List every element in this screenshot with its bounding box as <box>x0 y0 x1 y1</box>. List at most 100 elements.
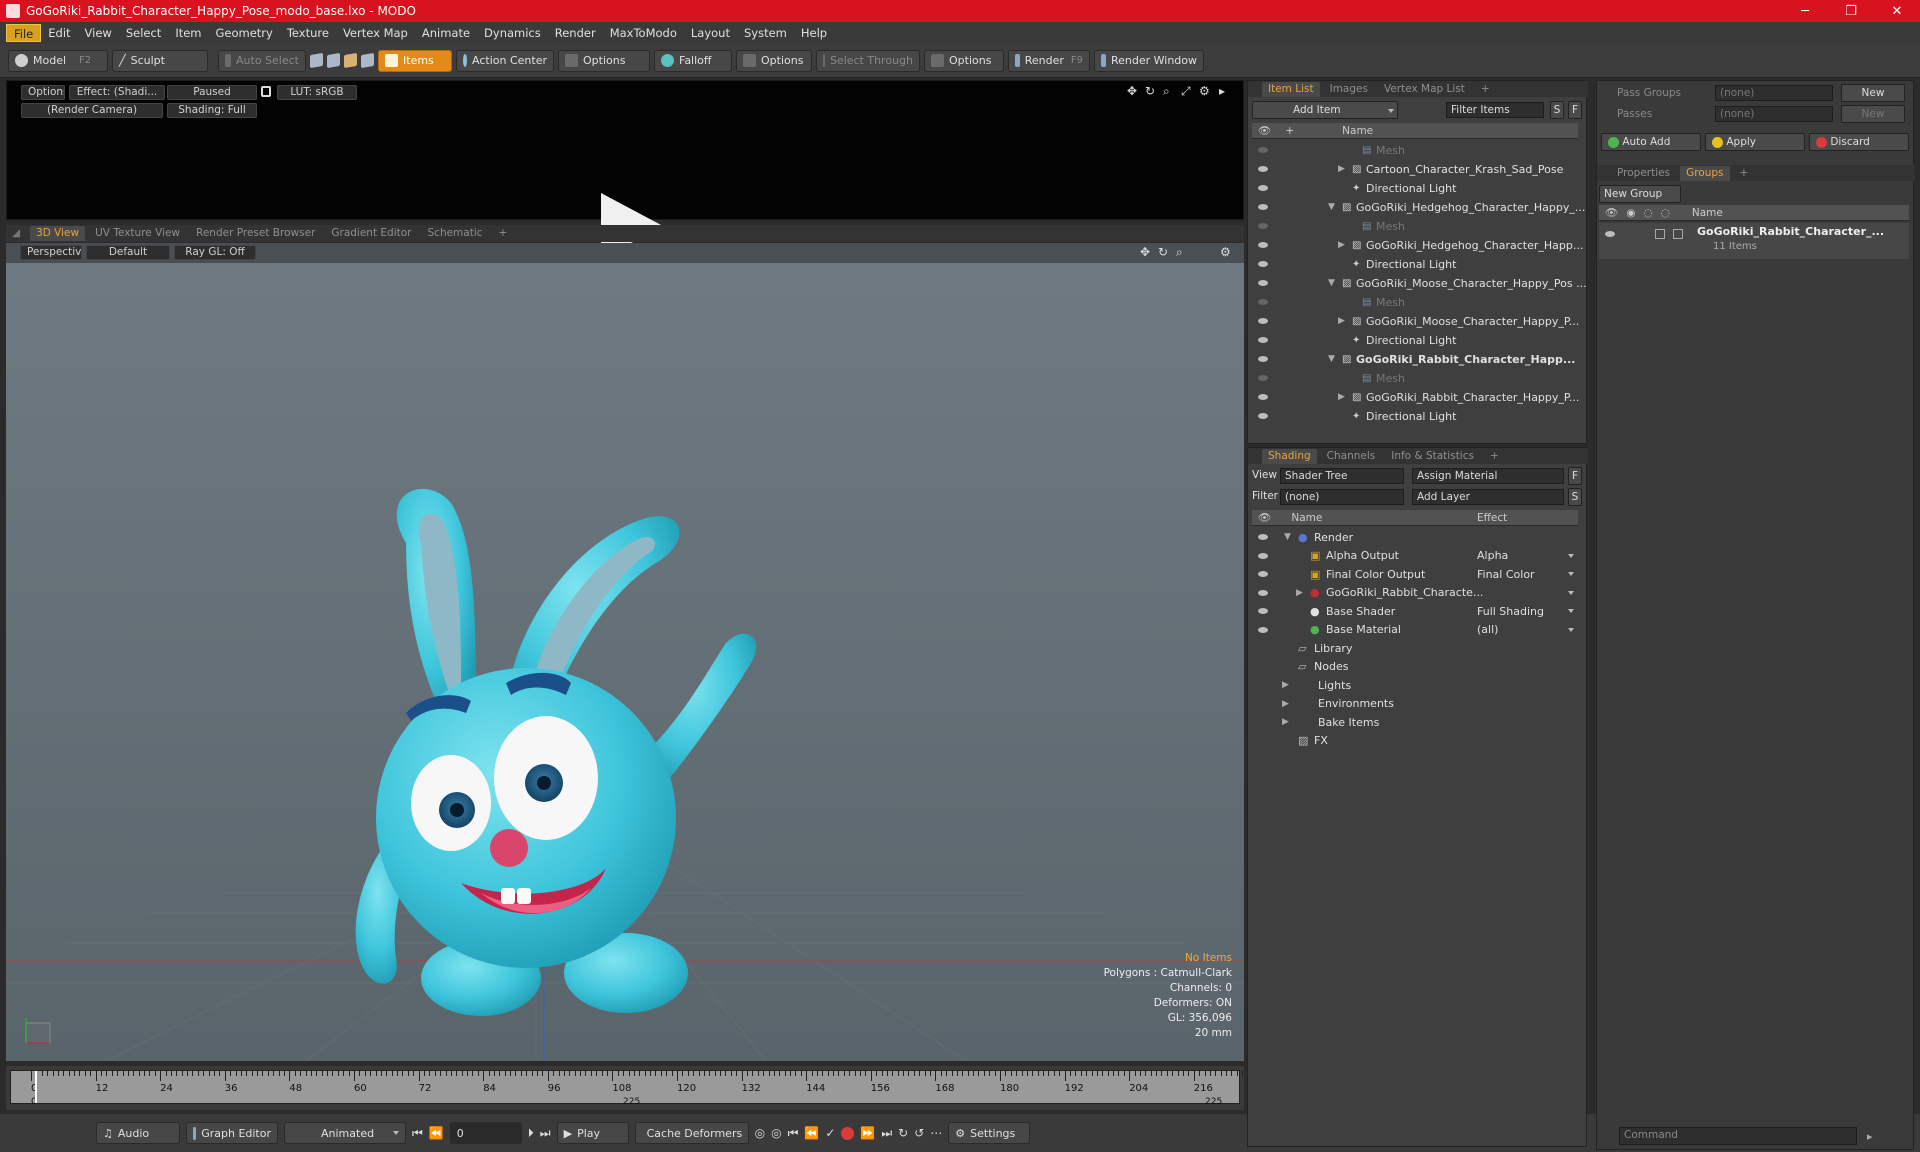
key-all-icon[interactable]: ◎ <box>771 1126 781 1140</box>
shader-tree-row[interactable]: ▱ Library <box>1252 639 1578 657</box>
item-list-row[interactable]: ✦ Directional Light <box>1252 255 1578 273</box>
menu-file[interactable]: File <box>6 24 42 42</box>
tab-info-statistics[interactable]: Info & Statistics <box>1385 449 1480 464</box>
render-button[interactable]: Render F9 <box>1008 49 1090 72</box>
expand-arrow-icon[interactable]: ▼ <box>1284 532 1291 542</box>
minimize-button[interactable]: ─ <box>1782 4 1828 19</box>
pass-groups-dropdown[interactable]: (none) <box>1715 85 1833 101</box>
shader-tree-row[interactable]: ▨ FX <box>1252 732 1578 750</box>
tab-channels[interactable]: Channels <box>1321 449 1382 464</box>
menu-maxtomodo[interactable]: MaxToModo <box>603 24 684 42</box>
preview-shading-dropdown[interactable]: Shading: Full <box>167 103 257 118</box>
menu-dynamics[interactable]: Dynamics <box>477 24 548 42</box>
eye-icon[interactable] <box>1258 280 1268 286</box>
preview-settings-gear-icon[interactable]: ⚙ <box>1199 84 1210 98</box>
effect-dropdown-arrow-icon[interactable] <box>1568 590 1574 595</box>
cache-deformers-button[interactable]: Cache Deformers <box>634 1122 749 1144</box>
item-list-row[interactable]: ▶ ▨ GoGoRiki_Hedgehog_Character_Happ... <box>1252 236 1583 254</box>
eye-icon[interactable] <box>1258 413 1268 419</box>
zoom-view-icon[interactable]: ⌕ <box>1176 245 1183 260</box>
render-window-button[interactable]: Render Window <box>1094 49 1204 72</box>
new-group-button[interactable]: New Group <box>1599 185 1681 203</box>
command-history-icon[interactable]: ▸ <box>1867 1130 1873 1143</box>
shader-effect-value[interactable]: Final Color <box>1477 568 1535 581</box>
playhead[interactable] <box>35 1071 37 1103</box>
eye-icon[interactable] <box>1258 356 1268 362</box>
tab-vertex-map-list[interactable]: Vertex Map List <box>1378 82 1471 97</box>
go-end-icon[interactable]: ⏭ <box>540 1126 551 1141</box>
next-frame-icon[interactable]: ⏵ <box>528 1126 534 1141</box>
expand-arrow-icon[interactable]: ▶ <box>1282 680 1289 690</box>
eye-icon[interactable] <box>1258 394 1268 400</box>
shading-s-button[interactable]: S <box>1568 488 1582 506</box>
key-back-icon[interactable]: ⏪ <box>804 1126 819 1140</box>
lock-checkbox[interactable] <box>1655 229 1665 239</box>
audio-button[interactable]: ♫ Audio <box>96 1122 180 1144</box>
expand-arrow-icon[interactable]: ▶ <box>1282 717 1289 727</box>
shader-tree-row[interactable]: ● Base Material (all) <box>1252 621 1578 639</box>
command-input[interactable]: Command <box>1619 1127 1857 1145</box>
item-list-row[interactable]: ▤ Mesh <box>1252 217 1578 235</box>
materials-mode-icon[interactable] <box>361 52 374 69</box>
rotate-view-icon[interactable]: ↻ <box>1158 245 1168 259</box>
passes-dropdown[interactable]: (none) <box>1715 106 1833 122</box>
timeline-ruler[interactable]: 0122436486072849610812013214415616818019… <box>10 1070 1254 1107</box>
expand-arrow-icon[interactable]: ▶ <box>1296 588 1303 598</box>
move-view-icon[interactable]: ✥ <box>1140 245 1150 259</box>
preview-paused-button[interactable]: Paused <box>167 85 257 100</box>
effect-dropdown-arrow-icon[interactable] <box>1568 627 1574 632</box>
eye-icon[interactable] <box>1258 626 1268 633</box>
effect-dropdown-arrow-icon[interactable] <box>1568 609 1574 613</box>
tab-3d-view[interactable]: 3D View <box>30 226 86 241</box>
loop-icon[interactable]: ↻ <box>898 1126 908 1140</box>
eye-icon[interactable] <box>1605 231 1615 237</box>
preview-camera-dropdown[interactable]: (Render Camera) <box>21 103 163 118</box>
add-tab-button[interactable]: + <box>493 226 514 241</box>
auto-add-button[interactable]: Auto Add <box>1601 133 1701 151</box>
shader-effect-value[interactable]: Alpha <box>1477 549 1508 562</box>
menu-geometry[interactable]: Geometry <box>209 24 280 42</box>
shader-tree-row[interactable]: ▣ Alpha Output Alpha <box>1252 547 1578 565</box>
eye-icon[interactable] <box>1258 589 1268 596</box>
item-list-row[interactable]: ▶ ▨ Cartoon_Character_Krash_Sad_Pose <box>1252 160 1578 178</box>
eye-icon[interactable] <box>1258 318 1268 324</box>
eye-icon[interactable] <box>1258 534 1268 540</box>
move-view-icon[interactable]: ✥ <box>1127 84 1137 98</box>
expand-arrow-icon[interactable]: ▼ <box>1328 354 1335 364</box>
viewport-settings-gear-icon[interactable]: ⚙ <box>1220 245 1231 259</box>
settings-button[interactable]: ⚙ Settings <box>948 1122 1031 1144</box>
tab-gradient-editor[interactable]: Gradient Editor <box>325 226 417 241</box>
expand-arrow-icon[interactable]: ▶ <box>1338 164 1345 174</box>
expand-arrow-icon[interactable]: ▶ <box>1338 316 1345 326</box>
expand-arrow-icon[interactable]: ▶ <box>1338 240 1345 250</box>
preview-lut-dropdown[interactable]: LUT: sRGB <box>277 85 357 100</box>
record-icon[interactable] <box>841 1126 855 1140</box>
effect-dropdown-arrow-icon[interactable] <box>1568 553 1574 558</box>
add-tab-button[interactable]: + <box>1475 82 1496 97</box>
apply-button[interactable]: Apply <box>1705 133 1805 151</box>
3d-viewport[interactable]: Perspective Default Ray GL: Off ✥ ↻ ⌕ ⚙ … <box>6 243 1244 1061</box>
select-checkbox[interactable] <box>1673 229 1683 239</box>
eye-icon[interactable] <box>1258 185 1268 191</box>
tab-uv-texture-view[interactable]: UV Texture View <box>89 226 186 241</box>
zoom-view-icon[interactable]: ⌕ <box>1163 84 1170 99</box>
raygl-dropdown[interactable]: Ray GL: Off <box>174 245 256 260</box>
expand-arrow-icon[interactable]: ▶ <box>1338 392 1345 402</box>
tab-properties[interactable]: Properties <box>1611 166 1676 181</box>
tab-render-preset-browser[interactable]: Render Preset Browser <box>190 226 321 241</box>
shader-effect-value[interactable]: Full Shading <box>1477 605 1544 618</box>
group-row[interactable]: GoGoRiki_Rabbit_Character_... 11 Items <box>1599 223 1909 259</box>
filter-items-input[interactable]: Filter Items <box>1446 102 1544 118</box>
eye-icon[interactable] <box>1258 608 1268 614</box>
add-tab-button[interactable]: + <box>1484 449 1505 464</box>
shader-tree-row[interactable]: ▣ Final Color Output Final Color <box>1252 565 1578 583</box>
auto-select-button[interactable]: Auto Select <box>218 49 306 72</box>
tab-images[interactable]: Images <box>1324 82 1374 97</box>
next-keyframe-icon[interactable]: ⏭ <box>881 1126 892 1141</box>
prev-keyframe-icon[interactable]: ⏮ <box>788 1126 799 1141</box>
preview-options-button[interactable]: Options <box>21 85 65 100</box>
eye-icon[interactable] <box>1258 242 1268 248</box>
expand-arrow-icon[interactable]: ▶ <box>1282 699 1289 709</box>
shader-tree-row[interactable]: ● Base Shader Full Shading <box>1252 602 1578 620</box>
discard-button[interactable]: Discard <box>1809 133 1909 151</box>
